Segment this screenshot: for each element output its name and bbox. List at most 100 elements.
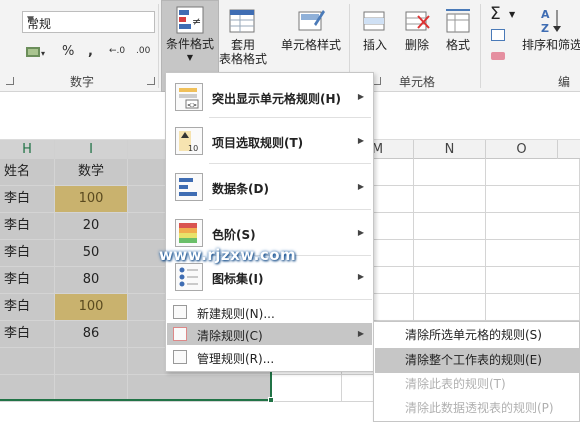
- menu-item-label: 管理规则(R)...: [197, 352, 275, 366]
- menu-item-label: 数据条(D): [212, 182, 269, 196]
- top-bottom-rules-icon: 10: [175, 127, 203, 155]
- submenu-arrow-icon: ▶: [357, 228, 364, 237]
- submenu-arrow-icon: ▶: [357, 92, 364, 101]
- cell[interactable]: [128, 375, 272, 402]
- cell[interactable]: [486, 186, 580, 213]
- cell-header-score[interactable]: 数学: [55, 159, 128, 186]
- cell[interactable]: [55, 375, 128, 402]
- cell[interactable]: [272, 375, 342, 402]
- cell-score[interactable]: 50: [55, 240, 128, 267]
- menu-item-top-bottom-rules[interactable]: 10 项目选取规则(T) ▶: [167, 123, 372, 159]
- menu-separator: [209, 209, 371, 210]
- column-header[interactable]: I: [55, 140, 128, 159]
- chevron-down-icon: ▼: [27, 15, 34, 25]
- cell[interactable]: [414, 213, 486, 240]
- cell-score[interactable]: 20: [55, 213, 128, 240]
- cell[interactable]: [414, 294, 486, 321]
- group-divider: [480, 4, 481, 88]
- cell-header-name[interactable]: 姓名: [0, 159, 55, 186]
- autosum-icon[interactable]: Σ: [490, 4, 501, 24]
- cell[interactable]: [486, 267, 580, 294]
- menu-item-label: 图标集(I): [212, 272, 264, 286]
- cell[interactable]: [414, 240, 486, 267]
- submenu-item-clear-selected[interactable]: 清除所选单元格的规则(S): [375, 323, 579, 348]
- cell-name[interactable]: 李白: [0, 294, 55, 321]
- cell-name[interactable]: 李白: [0, 267, 55, 294]
- sort-filter-button[interactable]: AZ 排序和筛选: [521, 2, 580, 72]
- cell[interactable]: [414, 267, 486, 294]
- cell-name[interactable]: 李白: [0, 213, 55, 240]
- cell[interactable]: [486, 159, 580, 186]
- menu-item-highlight-rules[interactable]: <> 突出显示单元格规则(H) ▶: [167, 79, 372, 115]
- cell-styles-button[interactable]: 单元格样式: [280, 2, 342, 72]
- column-header[interactable]: H: [0, 140, 55, 159]
- submenu-arrow-icon: ▶: [357, 182, 364, 191]
- cell[interactable]: [486, 213, 580, 240]
- manage-rules-icon: [173, 350, 187, 364]
- menu-separator: [209, 163, 371, 164]
- cell[interactable]: [414, 159, 486, 186]
- fill-handle[interactable]: [268, 397, 274, 403]
- format-button[interactable]: 格式: [440, 2, 476, 72]
- cell[interactable]: [486, 240, 580, 267]
- cell[interactable]: [486, 294, 580, 321]
- svg-text:<>: <>: [187, 102, 197, 109]
- sort-az-icon: AZ: [537, 6, 567, 36]
- svg-text:≠: ≠: [192, 15, 201, 28]
- watermark: www.rjzxw.com: [159, 246, 297, 264]
- column-header[interactable]: O: [486, 140, 558, 159]
- decrease-decimal-icon[interactable]: .00: [136, 46, 150, 56]
- number-format-dropdown[interactable]: 常规 ▼: [22, 11, 155, 33]
- cell-score[interactable]: 100: [55, 186, 128, 213]
- highlight-rules-icon: <>: [175, 83, 203, 111]
- cell-score[interactable]: 80: [55, 267, 128, 294]
- column-header[interactable]: N: [414, 140, 486, 159]
- menu-item-icon-sets[interactable]: 图标集(I) ▶: [167, 259, 372, 295]
- fill-icon[interactable]: [491, 29, 505, 41]
- svg-text:Z: Z: [541, 22, 549, 35]
- clear-rules-submenu: 清除所选单元格的规则(S) 清除整个工作表的规则(E) 清除此表的规则(T) 清…: [373, 321, 580, 422]
- cell[interactable]: [0, 375, 55, 402]
- group-label-number: 数字: [70, 75, 95, 89]
- submenu-arrow-icon: ▶: [357, 272, 364, 281]
- percent-icon[interactable]: %: [62, 44, 74, 59]
- format-label: 格式: [445, 38, 470, 52]
- menu-item-data-bars[interactable]: 数据条(D) ▶: [167, 169, 372, 205]
- sort-filter-label: 排序和筛选: [521, 38, 580, 52]
- cell-score[interactable]: 100: [55, 294, 128, 321]
- menu-item-new-rule[interactable]: 新建规则(N)...: [167, 301, 372, 323]
- menu-item-clear-rules[interactable]: 清除规则(C) ▶: [167, 323, 372, 345]
- format-as-table-button[interactable]: 套用 表格格式: [219, 2, 267, 72]
- cell[interactable]: [414, 186, 486, 213]
- comma-style-icon[interactable]: ,: [88, 44, 93, 59]
- delete-button[interactable]: 删除: [397, 2, 437, 72]
- chevron-down-icon: ▼: [509, 10, 516, 19]
- svg-text:A: A: [541, 8, 550, 21]
- clear-eraser-icon[interactable]: [491, 52, 505, 60]
- menu-item-label: 突出显示单元格规则(H): [212, 92, 342, 106]
- submenu-item-clear-pivot: 清除此数据透视表的规则(P): [405, 401, 554, 415]
- menu-item-manage-rules[interactable]: 管理规则(R)...: [167, 346, 372, 368]
- insert-button[interactable]: 插入: [355, 2, 395, 72]
- icon-sets-icon: [175, 263, 203, 291]
- delete-label: 删除: [404, 38, 429, 52]
- dialog-launcher-icon[interactable]: [147, 77, 155, 85]
- accounting-format-icon[interactable]: ▾: [24, 44, 48, 64]
- cell-name[interactable]: 李白: [0, 321, 55, 348]
- new-rule-icon: [173, 305, 187, 319]
- cell[interactable]: [55, 348, 128, 375]
- cell-name[interactable]: 李白: [0, 240, 55, 267]
- submenu-item-clear-sheet[interactable]: 清除整个工作表的规则(E): [375, 348, 579, 373]
- submenu-arrow-icon: ▶: [357, 329, 364, 338]
- cell[interactable]: [0, 348, 55, 375]
- dialog-launcher-icon[interactable]: [6, 77, 14, 85]
- menu-separator: [167, 299, 372, 300]
- cell-name[interactable]: 李白: [0, 186, 55, 213]
- dialog-launcher-icon[interactable]: [373, 77, 381, 85]
- increase-decimal-icon[interactable]: ←.0: [109, 46, 125, 56]
- group-divider: [158, 4, 159, 88]
- data-bars-icon: [175, 173, 203, 201]
- cell-score[interactable]: 86: [55, 321, 128, 348]
- submenu-item-clear-table: 清除此表的规则(T): [405, 377, 506, 391]
- menu-item-label: 清除规则(C): [197, 329, 263, 343]
